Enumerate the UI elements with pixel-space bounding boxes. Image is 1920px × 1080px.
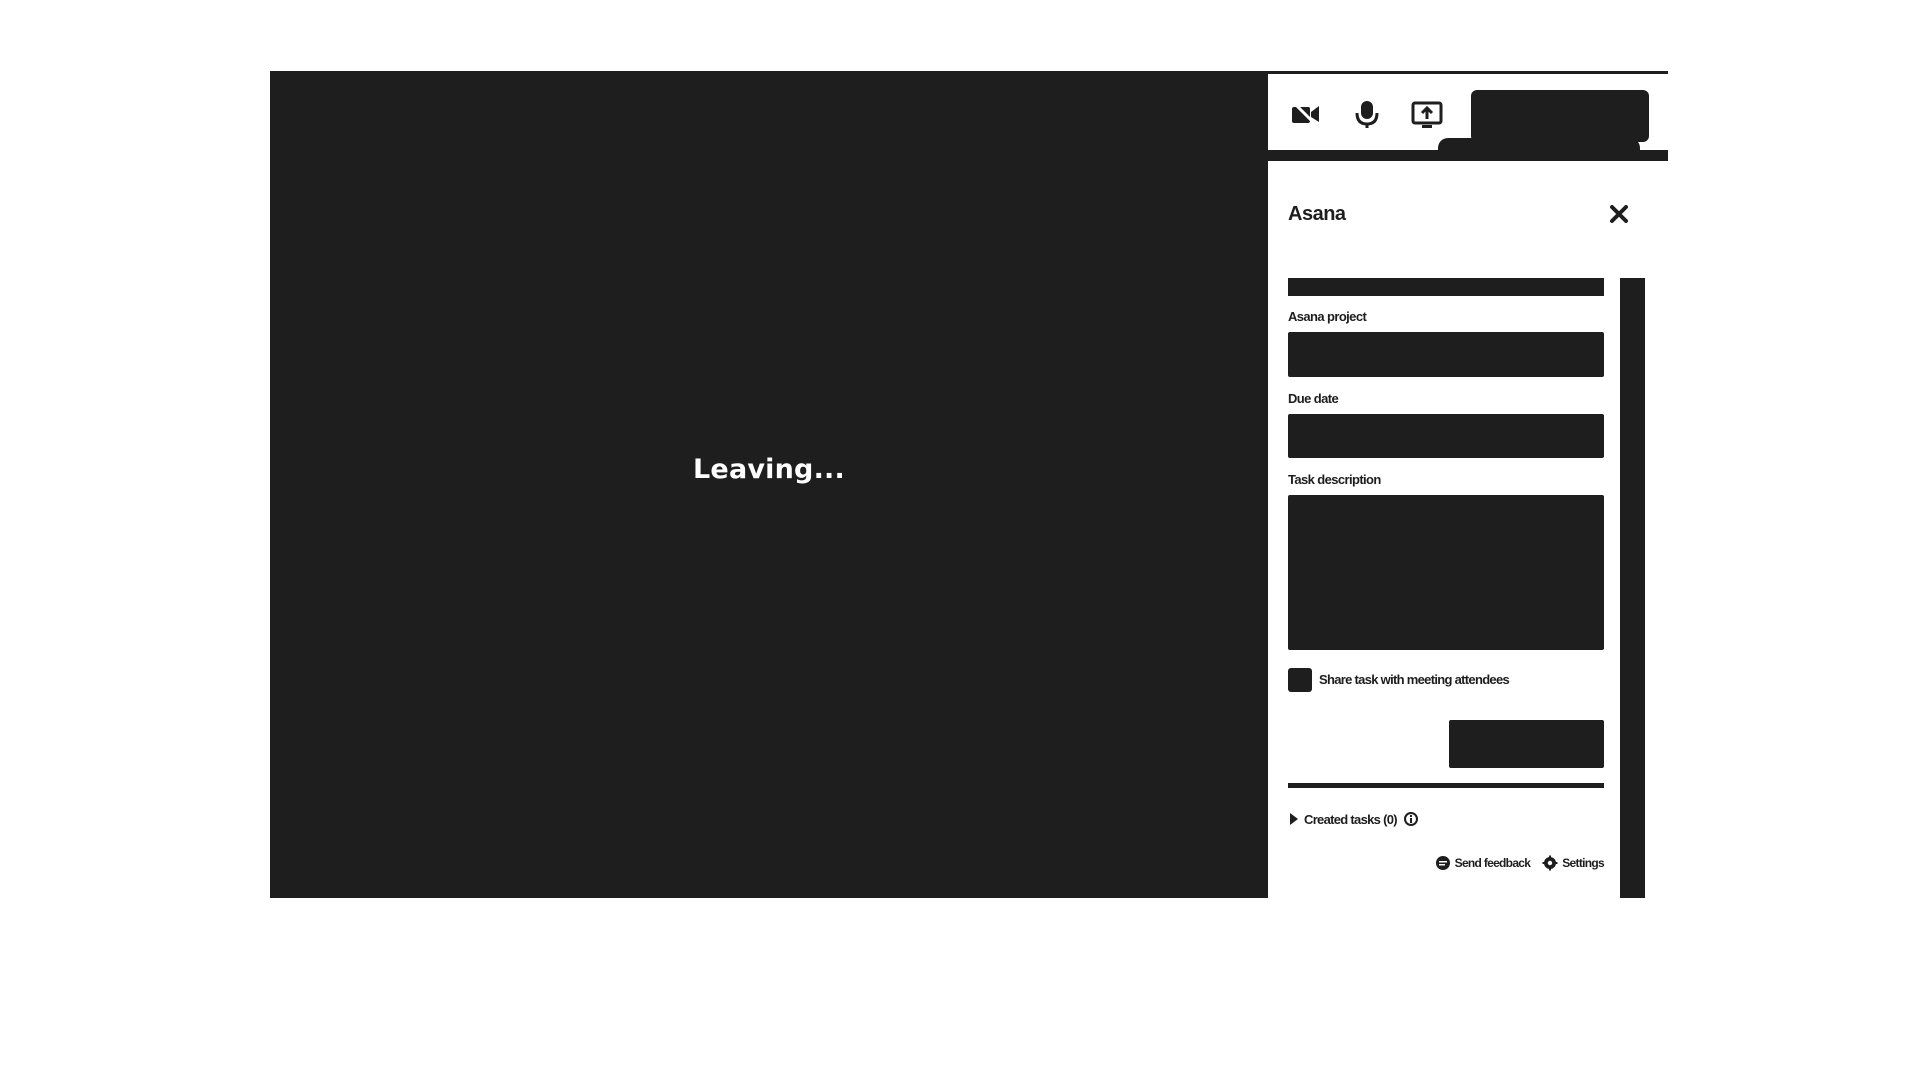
camera-off-icon[interactable] (1288, 96, 1324, 132)
meeting-status-overlay: Leaving... (270, 74, 1268, 898)
description-label: Task description (1288, 472, 1381, 487)
send-feedback-link[interactable]: Send feedback (1435, 855, 1531, 871)
control-bar-divider (1268, 150, 1668, 161)
feedback-icon (1435, 856, 1450, 870)
meeting-stage: Leaving... (270, 74, 1268, 898)
close-icon[interactable] (1605, 200, 1633, 228)
panel-footer: Send feedback Settings (1390, 853, 1605, 873)
panel-title: Asana (1288, 203, 1346, 225)
task-description-input[interactable] (1288, 495, 1604, 650)
chevron-right-icon (1290, 813, 1298, 825)
share-task-checkbox-label[interactable]: Share task with meeting attendees (1319, 672, 1510, 687)
created-tasks-toggle[interactable]: Created tasks (0) (1290, 810, 1419, 828)
info-icon[interactable] (1403, 811, 1419, 827)
create-task-button[interactable] (1449, 720, 1604, 768)
gear-icon (1542, 855, 1558, 871)
settings-link[interactable]: Settings (1542, 855, 1605, 871)
share-task-checkbox[interactable] (1288, 668, 1312, 692)
panel-scrollbar[interactable] (1620, 278, 1645, 898)
meeting-window: Leaving... Asana Asana project Due date … (0, 0, 1920, 1080)
leaving-status-text: Leaving... (693, 453, 845, 485)
send-feedback-label: Send feedback (1454, 856, 1531, 870)
share-screen-icon[interactable] (1409, 96, 1445, 132)
panel-header-bar (1288, 278, 1604, 296)
microphone-icon[interactable] (1349, 96, 1385, 132)
project-label: Asana project (1288, 309, 1367, 324)
due-date-field[interactable] (1288, 414, 1604, 458)
settings-label: Settings (1562, 856, 1604, 870)
panel-divider (1288, 783, 1604, 788)
due-date-label: Due date (1288, 391, 1339, 406)
created-tasks-label: Created tasks (0) (1304, 811, 1398, 827)
project-select[interactable] (1288, 332, 1604, 377)
